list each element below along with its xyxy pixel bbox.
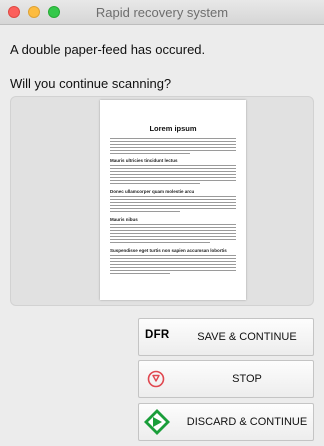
text-line — [110, 267, 236, 268]
text-line — [110, 177, 236, 178]
scan-preview-panel: Lorem ipsum Mauris ultricies tincidunt l… — [10, 96, 314, 306]
text-line — [110, 264, 236, 265]
text-line — [110, 273, 170, 274]
stop-button[interactable]: STOP — [138, 360, 314, 398]
text-line — [110, 230, 236, 231]
scanned-page-thumbnail: Lorem ipsum Mauris ultricies tincidunt l… — [100, 100, 246, 300]
text-line — [110, 168, 236, 169]
text-line — [110, 202, 236, 203]
document-heading: Mauris ultricies tincidunt lectus — [110, 158, 178, 163]
text-line — [110, 147, 236, 148]
text-line — [110, 255, 236, 256]
stop-label: STOP — [232, 373, 262, 385]
text-line — [110, 144, 236, 145]
paper-feed-message: A double paper-feed has occured. — [10, 42, 206, 57]
text-line — [110, 199, 236, 200]
text-line — [110, 236, 236, 237]
discard-and-continue-label: DISCARD & CONTINUE — [186, 416, 308, 428]
document-heading: Suspendisse eget turtis non sapien accum… — [110, 248, 227, 253]
text-line — [110, 261, 236, 262]
window-title: Rapid recovery system — [95, 5, 229, 20]
text-line — [110, 180, 236, 181]
save-and-continue-label: SAVE & CONTINUE — [197, 331, 297, 343]
text-line — [110, 211, 180, 212]
text-line — [110, 174, 236, 175]
text-line — [110, 138, 236, 139]
document-heading: Donec ullamcorper quam molestie arcu — [110, 189, 195, 194]
discard-diamond-icon — [142, 407, 172, 437]
text-line — [110, 171, 236, 172]
save-and-continue-button[interactable]: DFR SAVE & CONTINUE — [138, 318, 314, 356]
text-line — [110, 153, 190, 154]
text-line — [110, 165, 236, 166]
rapid-recovery-window: Rapid recovery system A double paper-fee… — [0, 0, 324, 446]
text-line — [110, 270, 236, 271]
document-heading: Mauris nibus — [110, 217, 138, 222]
text-line — [110, 233, 236, 234]
text-line — [110, 183, 200, 184]
discard-and-continue-button[interactable]: DISCARD & CONTINUE — [138, 403, 314, 441]
text-line — [110, 242, 210, 243]
text-line — [110, 227, 236, 228]
text-line — [110, 224, 236, 225]
text-line — [110, 196, 236, 197]
text-line — [110, 239, 236, 240]
dfr-icon: DFR — [145, 329, 170, 341]
continue-question: Will you continue scanning? — [10, 76, 172, 91]
text-line — [110, 208, 236, 209]
text-line — [110, 205, 236, 206]
document-title: Lorem ipsum — [149, 124, 197, 133]
stop-icon — [147, 370, 165, 388]
text-line — [110, 258, 236, 259]
text-line — [110, 150, 236, 151]
text-line — [110, 141, 236, 142]
title-bar: Rapid recovery system — [0, 0, 324, 25]
